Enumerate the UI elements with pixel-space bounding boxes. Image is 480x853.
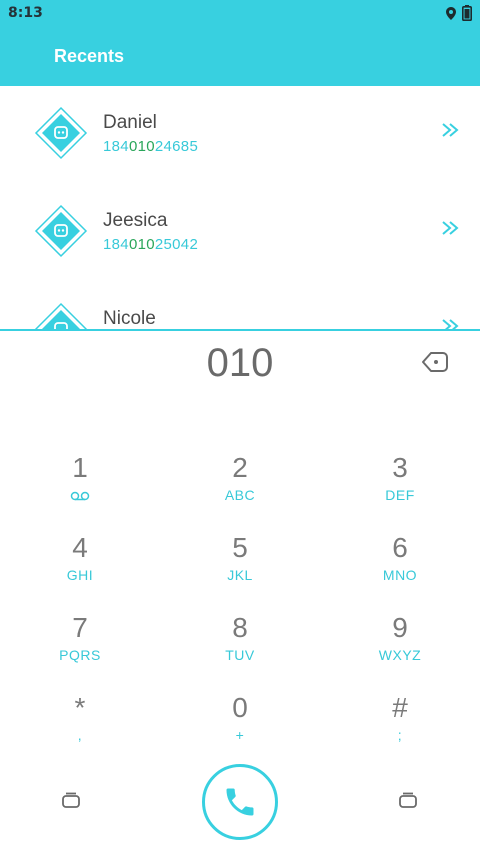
key-hash[interactable]: # ; xyxy=(340,690,460,760)
double-chevron-right-icon[interactable] xyxy=(440,122,460,138)
recent-contact-jeesica[interactable]: Jeesica 18401025042 xyxy=(0,184,480,282)
call-button[interactable] xyxy=(202,764,278,840)
key-9[interactable]: 9 WXYZ xyxy=(340,610,460,680)
contact-avatar-icon xyxy=(34,204,88,258)
contact-name: Daniel xyxy=(103,112,157,133)
key-6[interactable]: 6 MNO xyxy=(340,530,460,600)
sim-card-left-icon[interactable] xyxy=(60,790,82,812)
key-4[interactable]: 4 GHI xyxy=(20,530,140,600)
dial-display: 010 xyxy=(0,331,480,401)
double-chevron-right-icon[interactable] xyxy=(440,220,460,236)
contact-number: 18401024685 xyxy=(103,138,199,155)
bottom-action-bar xyxy=(0,760,480,850)
battery-icon xyxy=(462,5,472,21)
phone-icon xyxy=(226,788,254,816)
key-2[interactable]: 2 ABC xyxy=(180,450,300,520)
key-1[interactable]: 1 xyxy=(20,450,140,520)
app-bar: Recents xyxy=(0,28,480,86)
contact-number: 18401025042 xyxy=(103,236,199,253)
voicemail-icon xyxy=(70,491,90,501)
key-0[interactable]: 0 + xyxy=(180,690,300,760)
sim-card-right-icon[interactable] xyxy=(397,790,419,812)
contact-avatar-icon xyxy=(34,106,88,160)
key-3[interactable]: 3 DEF xyxy=(340,450,460,520)
key-5[interactable]: 5 JKL xyxy=(180,530,300,600)
recent-contact-nicole[interactable]: Nicole xyxy=(0,282,480,330)
page-title: Recents xyxy=(54,46,125,66)
location-icon xyxy=(446,6,456,20)
recents-list[interactable]: Daniel 18401024685 Jeesica 18401025042 N… xyxy=(0,86,480,330)
status-icons xyxy=(446,5,472,21)
key-star[interactable]: * , xyxy=(20,690,140,760)
contact-avatar-icon xyxy=(34,302,88,330)
status-time: 8:13 xyxy=(8,5,43,21)
backspace-icon[interactable] xyxy=(420,349,450,375)
contact-name: Jeesica xyxy=(103,210,168,231)
status-bar: 8:13 xyxy=(0,0,480,28)
contact-name: Nicole xyxy=(103,308,156,329)
key-7[interactable]: 7 PQRS xyxy=(20,610,140,680)
dialed-number: 010 xyxy=(206,341,274,385)
key-8[interactable]: 8 TUV xyxy=(180,610,300,680)
recent-contact-daniel[interactable]: Daniel 18401024685 xyxy=(0,86,480,184)
